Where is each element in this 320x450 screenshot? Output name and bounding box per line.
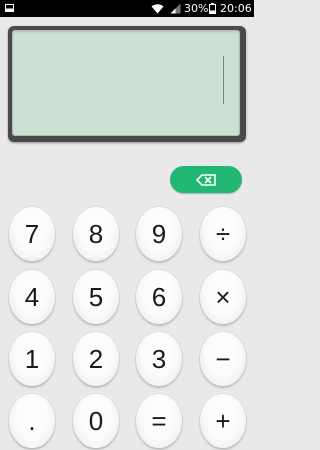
display-screen	[12, 30, 240, 136]
equals-button[interactable]: =	[136, 394, 182, 448]
key-1[interactable]: 1	[9, 332, 55, 386]
multiply-button[interactable]: ×	[200, 270, 246, 324]
wifi-icon	[151, 4, 164, 14]
divide-button[interactable]: ÷	[200, 207, 246, 261]
key-0-label: 0	[88, 406, 104, 436]
backspace-button[interactable]	[170, 166, 242, 193]
plus-button[interactable]: +	[200, 394, 246, 448]
key-5[interactable]: 5	[73, 270, 119, 324]
decimal-label: .	[28, 406, 36, 436]
key-1-label: 1	[24, 344, 40, 374]
key-8-label: 8	[88, 219, 104, 249]
divide-label: ÷	[215, 219, 231, 249]
notification-icon	[5, 4, 14, 12]
minus-button[interactable]: −	[200, 332, 246, 386]
multiply-label: ×	[215, 282, 231, 312]
battery-percent: 30%	[184, 2, 209, 15]
equals-label: =	[151, 406, 167, 436]
battery-icon	[209, 3, 216, 14]
minus-label: −	[215, 344, 231, 374]
key-2[interactable]: 2	[73, 332, 119, 386]
key-7-label: 7	[24, 219, 40, 249]
key-4[interactable]: 4	[9, 270, 55, 324]
key-9-label: 9	[151, 219, 167, 249]
key-3-label: 3	[151, 344, 167, 374]
signal-icon	[170, 3, 181, 14]
clock: 20:06	[220, 2, 252, 15]
key-2-label: 2	[88, 344, 104, 374]
key-6-label: 6	[151, 282, 167, 312]
key-7[interactable]: 7	[9, 207, 55, 261]
display-frame	[8, 26, 246, 142]
key-5-label: 5	[88, 282, 104, 312]
key-3[interactable]: 3	[136, 332, 182, 386]
backspace-icon	[196, 173, 216, 186]
key-9[interactable]: 9	[136, 207, 182, 261]
key-8[interactable]: 8	[73, 207, 119, 261]
key-0[interactable]: 0	[73, 394, 119, 448]
status-bar: 30% 20:06	[0, 0, 254, 17]
text-cursor	[223, 56, 224, 104]
key-4-label: 4	[24, 282, 40, 312]
decimal-button[interactable]: .	[9, 394, 55, 448]
key-6[interactable]: 6	[136, 270, 182, 324]
plus-label: +	[215, 406, 231, 436]
